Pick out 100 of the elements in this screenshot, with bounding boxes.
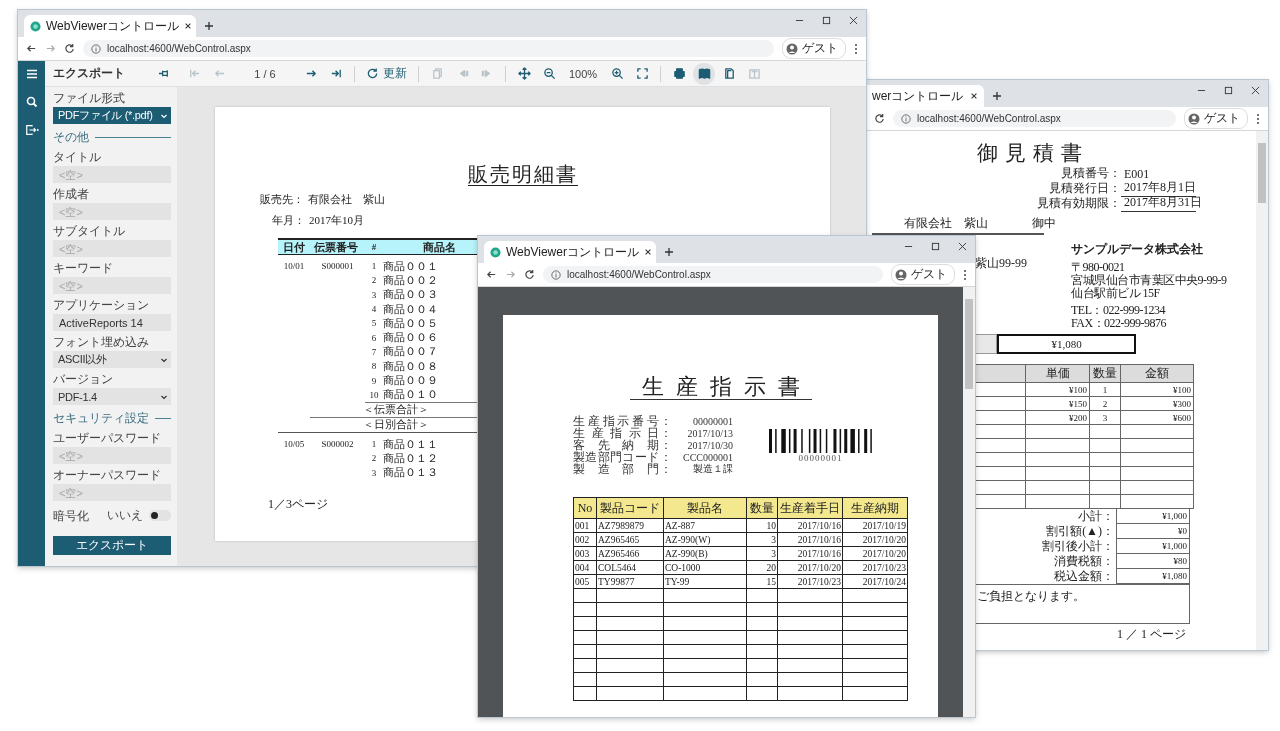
table-cell: 商品０１０ (383, 387, 438, 403)
table-cell: 10/01 (283, 261, 305, 272)
table-cell (842, 644, 908, 659)
column-header: 商品名 (423, 239, 456, 255)
table-cell: 商品０１２ (383, 450, 438, 466)
table-cell (596, 602, 664, 617)
table-cell (746, 588, 778, 603)
input-field[interactable]: <空> (53, 447, 171, 464)
reload-icon[interactable] (64, 43, 75, 54)
dropdown[interactable]: PDF-1.4 (53, 388, 171, 405)
column-header (975, 364, 1026, 383)
page-indicator: 1 / 6 (253, 67, 277, 80)
table-cell: 2017/10/20 (842, 546, 908, 561)
table-cell: AZ-990(W) (663, 532, 747, 547)
input-field[interactable]: <空> (53, 277, 171, 294)
scrollbar[interactable] (963, 287, 975, 717)
close-tab-icon[interactable] (183, 22, 192, 30)
dropdown[interactable]: ASCII以外 (53, 351, 171, 368)
table-cell: COL5464 (596, 560, 664, 575)
reload-icon[interactable] (524, 269, 535, 280)
field-label: フォント埋め込み (53, 335, 150, 349)
table-cell: ¥100 (1120, 382, 1194, 397)
field-label: 暗号化 (53, 508, 90, 523)
table-cell (842, 672, 908, 687)
table-cell-text: 5 (370, 318, 378, 329)
book-button[interactable] (693, 62, 716, 85)
table-cell (746, 644, 778, 659)
input-field[interactable]: <空> (53, 240, 171, 257)
field-label: 見積有効期限： (1037, 195, 1121, 212)
menu-icon[interactable] (854, 42, 858, 55)
address-field[interactable]: localhost:4600/WebControl.aspx (83, 40, 774, 57)
toggle-switch[interactable] (149, 510, 171, 521)
refresh-button[interactable]: 更新 (362, 62, 411, 85)
refresh-icon (366, 67, 379, 80)
table-cell: 商品０１３ (383, 465, 438, 481)
close-tab-icon[interactable] (970, 92, 978, 100)
back-icon[interactable] (26, 43, 37, 54)
table-cell (777, 672, 843, 687)
table-cell (1025, 452, 1090, 467)
profile-button[interactable]: ゲスト (782, 38, 846, 59)
summary-value: ¥80 (1116, 554, 1190, 569)
close-icon[interactable] (1251, 86, 1260, 95)
scrollbar[interactable] (1256, 131, 1268, 650)
maximize-icon[interactable] (931, 242, 940, 251)
summary-value: ¥1,000 (1116, 509, 1190, 524)
section-heading: その他 (53, 129, 89, 146)
close-icon[interactable] (958, 242, 967, 251)
input-field[interactable]: <空> (53, 166, 171, 183)
table-cell: AZ965466 (596, 546, 664, 561)
maximize-icon[interactable] (1224, 86, 1233, 95)
table-cell: AZ-887 (663, 518, 747, 533)
customer-name: 有限会社 紫山 (308, 193, 385, 205)
address-field[interactable]: localhost:4600/WebControl.aspx (893, 110, 1176, 127)
browser-tab[interactable]: WebViewerコントロール (484, 241, 656, 263)
table-cell: 2017/10/20 (777, 560, 843, 575)
browser-tab[interactable]: werコントロール (866, 85, 984, 107)
new-tab-icon[interactable] (992, 91, 1002, 101)
menu-icon[interactable] (24, 67, 39, 81)
maximize-icon[interactable] (822, 16, 831, 25)
table-cell (573, 686, 597, 701)
browser-tab[interactable]: WebViewerコントロール (24, 15, 196, 37)
person-icon (786, 42, 798, 55)
new-tab-icon[interactable] (664, 247, 674, 257)
address-line: 宮城県仙台市青葉区中央9-99-9 (1071, 274, 1227, 287)
search-icon[interactable] (24, 95, 39, 109)
export-button[interactable]: エクスポート (53, 536, 171, 555)
close-icon[interactable] (849, 16, 858, 25)
table-cell (596, 588, 664, 603)
table-cell-text: 3 (370, 467, 378, 478)
table-cell (573, 602, 597, 617)
table-cell: 2017/10/19 (842, 518, 908, 533)
field-value: 2017年8月1日 (1121, 179, 1196, 197)
new-tab-icon[interactable] (204, 21, 214, 31)
profile-button[interactable]: ゲスト (891, 264, 955, 285)
table-cell: 商品００９ (383, 373, 438, 389)
print-icon (672, 67, 686, 80)
dropdown[interactable]: PDFファイル (*.pdf) (53, 107, 171, 124)
table-cell: ¥600 (1120, 410, 1194, 425)
address-field[interactable]: localhost:4600/WebControl.aspx (543, 266, 883, 283)
column-header: 数量 (746, 497, 778, 519)
input-field[interactable]: <空> (53, 484, 171, 501)
favicon-icon (30, 20, 41, 32)
field-label: ユーザーパスワード (53, 431, 162, 445)
column-header: 単価 (1025, 364, 1090, 383)
table-cell: AZ965465 (596, 532, 664, 547)
field-value: 製造１課 (692, 462, 733, 476)
export-icon[interactable] (24, 123, 39, 137)
back-icon[interactable] (486, 269, 497, 280)
table-cell (1025, 438, 1090, 453)
page-number: 1／3ページ (268, 496, 328, 511)
reload-icon[interactable] (874, 113, 885, 124)
menu-icon[interactable] (963, 268, 967, 281)
input-field[interactable]: <空> (53, 203, 171, 220)
table-cell: 2017/10/23 (842, 560, 908, 575)
profile-button[interactable]: ゲスト (1184, 108, 1248, 129)
zoom-level: 100% (568, 67, 599, 80)
table-cell (746, 658, 778, 673)
input-field[interactable]: ActiveReports 14 (53, 314, 171, 331)
close-tab-icon[interactable] (643, 248, 652, 256)
menu-icon[interactable] (1256, 112, 1260, 125)
